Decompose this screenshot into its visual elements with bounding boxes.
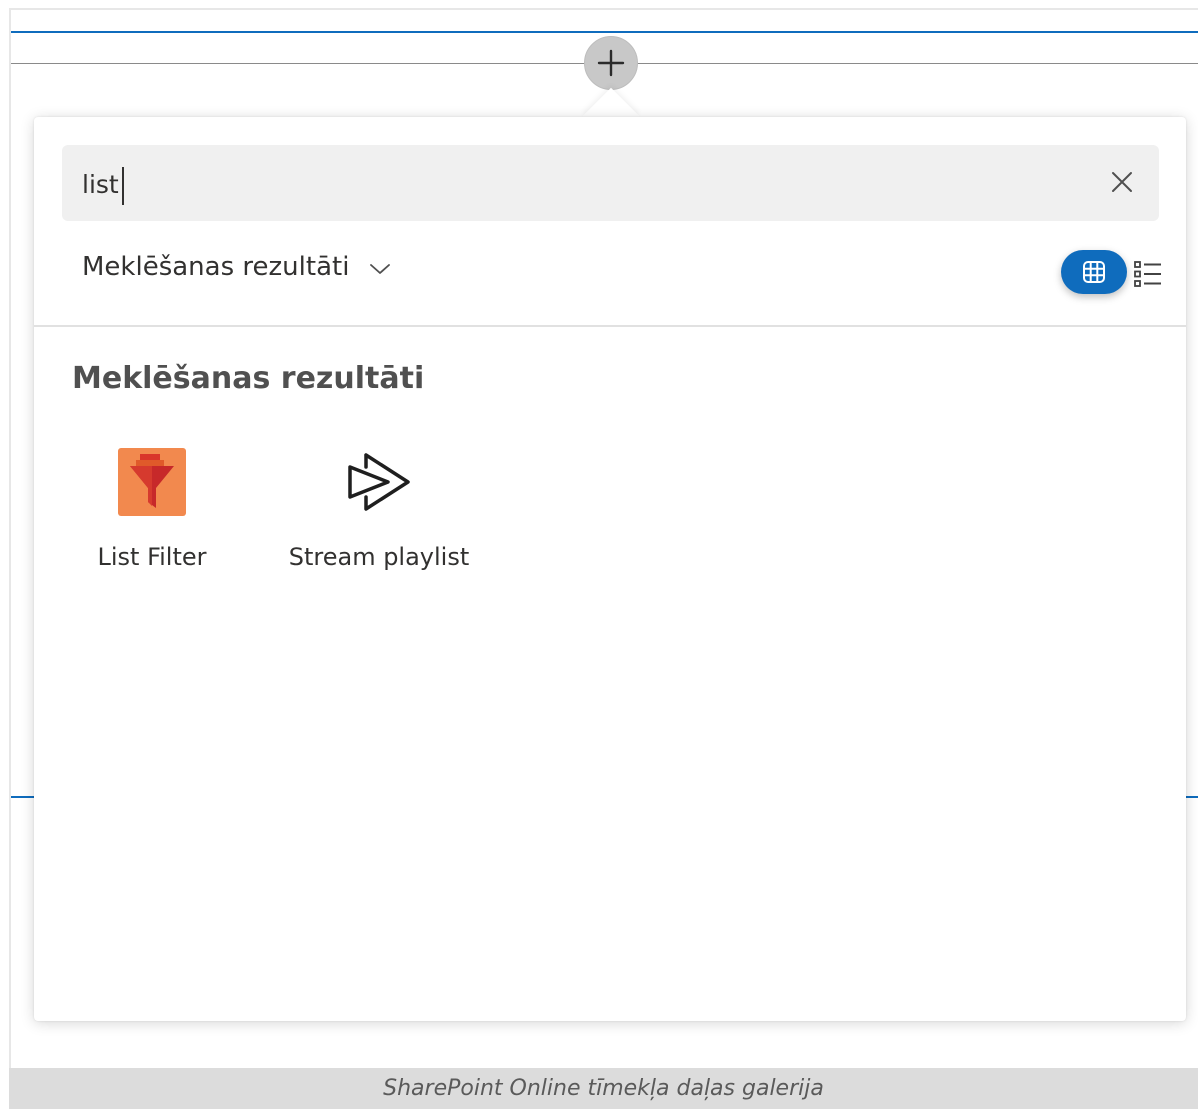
tile-label: Stream playlist (288, 543, 470, 571)
list-view-button[interactable] (1131, 257, 1165, 291)
panel-divider (34, 325, 1186, 327)
section-boundary-left (11, 796, 35, 798)
category-dropdown-label: Meklēšanas rezultāti (82, 252, 350, 282)
grid-view-icon (1083, 261, 1105, 283)
close-icon (1112, 172, 1132, 192)
text-caret (122, 167, 124, 205)
stream-play-icon (344, 447, 414, 517)
funnel-icon (117, 447, 187, 517)
category-dropdown[interactable]: Meklēšanas rezultāti (82, 245, 391, 289)
image-caption: SharePoint Online tīmekļa daļas galerija (383, 1076, 824, 1101)
plus-icon (597, 49, 625, 77)
list-view-icon (1134, 261, 1161, 287)
search-input[interactable] (82, 167, 1042, 201)
tile-label: List Filter (97, 543, 207, 571)
webpart-tile-stream-playlist[interactable]: Stream playlist (286, 447, 472, 571)
chevron-down-icon (369, 262, 391, 276)
section-boundary-top (11, 31, 1198, 33)
clear-search-button[interactable] (1107, 167, 1137, 197)
results-heading: Meklēšanas rezultāti (72, 361, 425, 396)
search-box (62, 145, 1159, 221)
grid-view-button[interactable] (1061, 250, 1127, 294)
section-boundary-right (1186, 796, 1198, 798)
webpart-tile-list-filter[interactable]: List Filter (92, 447, 212, 571)
add-webpart-button[interactable] (584, 36, 638, 90)
caption-bar: SharePoint Online tīmekļa daļas galerija (9, 1068, 1198, 1109)
webpart-gallery-panel: Meklēšanas rezultāti Meklēšanas rezultāt… (34, 117, 1186, 1021)
